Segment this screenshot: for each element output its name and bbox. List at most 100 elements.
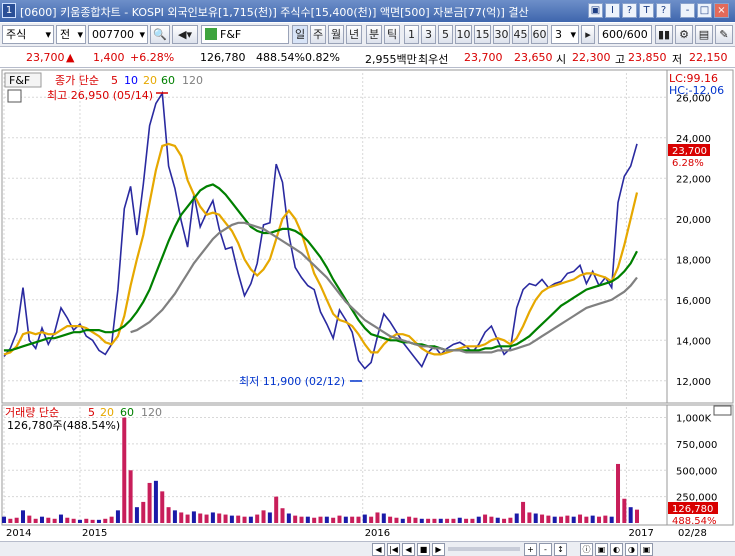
- legend-ma-5: 5: [111, 74, 118, 87]
- text-icon[interactable]: T: [639, 3, 654, 18]
- chart-type-icon[interactable]: ▮▮: [655, 25, 673, 44]
- layout-icon[interactable]: ▣: [595, 543, 608, 556]
- stock-name-field[interactable]: F&F: [201, 25, 289, 44]
- volume-bar: [115, 510, 120, 523]
- volume-bar: [280, 508, 285, 523]
- info-icon[interactable]: ⓘ: [580, 543, 593, 556]
- volume-bar: [527, 512, 532, 523]
- first-icon[interactable]: |◀: [387, 543, 400, 556]
- period-yearly-button[interactable]: 년: [346, 25, 362, 44]
- maximize-button[interactable]: □: [697, 3, 712, 18]
- bar-count-input[interactable]: 600/600: [598, 25, 652, 44]
- volume-bar: [609, 516, 614, 523]
- volume-bar: [274, 496, 279, 523]
- zoom-in-icon[interactable]: +: [524, 543, 537, 556]
- volume-bar: [299, 516, 304, 523]
- chevron-down-icon: ▾: [139, 28, 145, 41]
- volume-bar: [33, 518, 38, 523]
- last-volume-pct: 488.54%: [672, 516, 717, 527]
- volume-bar: [217, 513, 222, 523]
- volume-tick-label: 500,000: [676, 466, 717, 477]
- edit-icon[interactable]: ✎: [715, 25, 733, 44]
- layout-icon[interactable]: ▣: [588, 3, 603, 18]
- interval-10-button[interactable]: 10: [455, 25, 472, 44]
- stock-code-input[interactable]: 007700 ▾: [88, 25, 148, 44]
- period-monthly-button[interactable]: 월: [328, 25, 344, 44]
- date-tick-label: 2016: [365, 528, 390, 539]
- volume-bar: [331, 517, 336, 523]
- scroll-left-icon[interactable]: ◀: [372, 543, 385, 556]
- volume-icon[interactable]: ◀▾: [172, 25, 198, 44]
- open-label: 시: [556, 53, 567, 66]
- chart-area[interactable]: 26,000 24,000 22,000 20,000 18,000 16,000 14,0…: [0, 69, 735, 539]
- volume-value: 126,780: [200, 51, 246, 64]
- interval-3-button[interactable]: 3: [421, 25, 436, 44]
- period-weekly-button[interactable]: 주: [310, 25, 326, 44]
- interval-15-button[interactable]: 15: [474, 25, 491, 44]
- best-bid-price: 23,650: [514, 51, 553, 64]
- minimize-button[interactable]: -: [680, 3, 695, 18]
- interval-60-button[interactable]: 60: [531, 25, 548, 44]
- volume-bar: [103, 518, 108, 523]
- volume-bar: [65, 517, 70, 523]
- volume-bar: [546, 515, 551, 523]
- stock-type-select[interactable]: 전 ▾: [56, 25, 86, 44]
- grid-toggle-icon[interactable]: [7, 89, 22, 103]
- scroll-track[interactable]: [448, 547, 520, 551]
- last-volume-label: 126,780: [672, 504, 713, 515]
- stop-icon[interactable]: ■: [417, 543, 430, 556]
- window-titlebar: 1 [0600] 키움종합차트 - KOSPI 외국인보유[1,715(천)] …: [0, 0, 735, 22]
- high-label: 고: [615, 53, 626, 66]
- volume-bar: [198, 513, 203, 523]
- volume-bar: [96, 519, 101, 523]
- save-icon[interactable]: ▤: [695, 25, 713, 44]
- volume-bar: [552, 516, 557, 523]
- interval-5-button[interactable]: 5: [438, 25, 453, 44]
- question-icon[interactable]: ?: [656, 3, 671, 18]
- zoom-out-icon[interactable]: -: [539, 543, 552, 556]
- volume-bar: [318, 516, 323, 523]
- theme-icon[interactable]: ◐: [610, 543, 623, 556]
- stock-type-value: 전: [60, 28, 71, 41]
- volume-bar: [147, 482, 152, 523]
- price-tick-label: 20,000: [676, 215, 711, 226]
- volume-tick-label: 1,000K: [676, 414, 712, 425]
- volume-bar: [39, 516, 44, 523]
- pane-toggle-icon[interactable]: [713, 405, 732, 416]
- window-number: 1: [2, 3, 16, 18]
- market-select-value: 주식: [6, 28, 27, 41]
- search-icon[interactable]: 🔍: [150, 25, 170, 44]
- period-tick-button[interactable]: 틱: [384, 25, 400, 44]
- low-label: 저: [672, 53, 683, 66]
- decrease-count-button[interactable]: ▸: [581, 25, 595, 44]
- stock-chart-svg[interactable]: 26,00024,00022,00020,00018,00016,00014,0…: [0, 69, 735, 539]
- next-icon[interactable]: ▶: [432, 543, 445, 556]
- volume-info: 126,780주(488.54%): [7, 419, 120, 432]
- interval-45-button[interactable]: 45: [512, 25, 529, 44]
- custom-interval-select[interactable]: 3 ▾: [551, 25, 579, 44]
- help-icon[interactable]: ?: [622, 3, 637, 18]
- low-price: 22,150: [689, 51, 728, 64]
- info-icon[interactable]: I: [605, 3, 620, 18]
- settings-icon[interactable]: ⚙: [675, 25, 693, 44]
- vol-legend-5: 5: [88, 406, 95, 419]
- interval-1-button[interactable]: 1: [404, 25, 419, 44]
- volume-bar: [172, 510, 177, 523]
- interval-30-button[interactable]: 30: [493, 25, 510, 44]
- window-icon[interactable]: ▣: [640, 543, 653, 556]
- prev-icon[interactable]: ◀: [402, 543, 415, 556]
- volume-bar: [248, 516, 253, 523]
- period-minute-button[interactable]: 분: [366, 25, 382, 44]
- volume-bar: [369, 516, 374, 523]
- volume-bar: [521, 501, 526, 523]
- expand-icon[interactable]: ↕: [554, 543, 567, 556]
- compare-icon[interactable]: ◑: [625, 543, 638, 556]
- close-button[interactable]: ×: [714, 3, 729, 18]
- volume-bar: [578, 514, 583, 523]
- volume-bar: [362, 514, 367, 523]
- volume-bar: [179, 512, 184, 523]
- volume-bar: [324, 516, 329, 523]
- market-select[interactable]: 주식 ▾: [2, 25, 54, 44]
- period-daily-button[interactable]: 일: [292, 25, 308, 44]
- chevron-down-icon: ▾: [77, 28, 83, 41]
